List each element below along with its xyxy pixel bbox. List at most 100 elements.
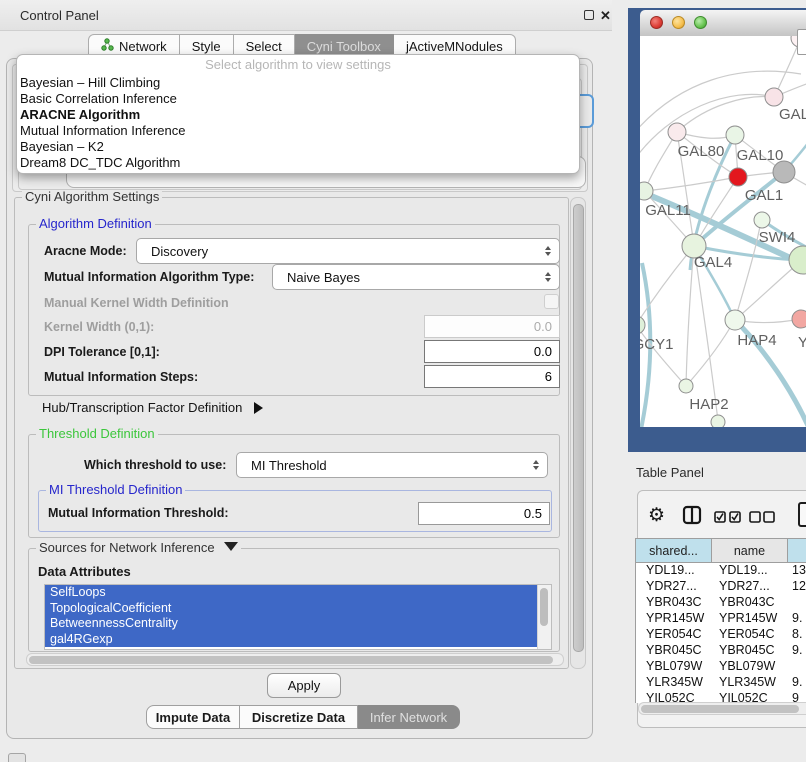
select-all-icon[interactable] — [714, 510, 742, 528]
attribute-item[interactable]: TopologicalCoefficient — [45, 601, 543, 617]
table-row[interactable]: YDL19...YDL19...13 — [636, 563, 806, 579]
apply-button[interactable]: Apply — [267, 673, 341, 698]
manual-kernel-checkbox[interactable] — [544, 294, 559, 309]
table-cell[interactable]: 9. — [788, 611, 806, 627]
algorithm-option[interactable]: Bayesian – Hill Climbing — [17, 75, 579, 91]
table-row[interactable]: YER054CYER054C8. — [636, 627, 806, 643]
table-cell[interactable]: YLR345W — [712, 675, 788, 691]
network-node-label: HAP2 — [689, 396, 728, 413]
network-node[interactable] — [640, 182, 653, 200]
table-row[interactable]: YBR045CYBR045C9. — [636, 643, 806, 659]
mi-steps-input[interactable]: 6 — [424, 365, 560, 388]
close-icon[interactable]: ✕ — [600, 9, 611, 22]
table-cell[interactable]: 8. — [788, 627, 806, 643]
table-row[interactable]: YDR27...YDR27...12 — [636, 579, 806, 595]
table-cell[interactable]: YDL19... — [636, 563, 712, 579]
table-row[interactable]: YLR345WYLR345W9. — [636, 675, 806, 691]
settings-hscrollbar-thumb[interactable] — [29, 656, 553, 664]
columns-icon[interactable] — [682, 505, 702, 530]
mi-threshold-value: 0.5 — [524, 506, 542, 521]
network-node[interactable] — [729, 168, 747, 186]
gear-icon[interactable]: ⚙ — [648, 506, 665, 525]
settings-vscrollbar-thumb[interactable] — [573, 204, 584, 652]
table-cell[interactable]: 9. — [788, 643, 806, 659]
table-row[interactable]: YBR043CYBR043C — [636, 595, 806, 611]
network-window-titlebar[interactable] — [640, 10, 806, 37]
network-edge — [686, 321, 734, 386]
table-cell[interactable]: 13 — [788, 563, 806, 579]
column-header-shared-name[interactable]: shared... — [636, 539, 712, 562]
sources-toggle[interactable]: Sources for Network Inference — [36, 541, 241, 555]
table-cell[interactable]: YBR043C — [636, 595, 712, 611]
table-cell[interactable]: YBR043C — [712, 595, 788, 611]
float-window-icon[interactable] — [584, 10, 594, 20]
which-threshold-select[interactable]: MI Threshold — [236, 452, 548, 478]
tab-discretize-data[interactable]: Discretize Data — [240, 705, 358, 729]
network-node[interactable] — [726, 126, 744, 144]
algorithm-option[interactable]: Dream8 DC_TDC Algorithm — [17, 155, 579, 171]
table-cell[interactable]: YDL19... — [712, 563, 788, 579]
table-cell[interactable]: YDR27... — [712, 579, 788, 595]
network-node[interactable] — [792, 310, 806, 328]
table-cell[interactable]: YBR045C — [712, 643, 788, 659]
table-row[interactable]: YPR145WYPR145W9. — [636, 611, 806, 627]
algorithm-option[interactable]: Bayesian – K2 — [17, 139, 579, 155]
algorithm-option[interactable]: Basic Correlation Inference — [17, 91, 579, 107]
mac-close-icon[interactable] — [650, 16, 663, 29]
attributes-vscrollbar-thumb[interactable] — [540, 588, 548, 626]
network-node[interactable] — [754, 212, 770, 228]
table-cell[interactable]: YBL079W — [636, 659, 712, 675]
attribute-item[interactable]: SelfLoops — [45, 585, 543, 601]
mi-threshold-input[interactable]: 0.5 — [418, 502, 550, 525]
table-cell[interactable]: YPR145W — [712, 611, 788, 627]
network-node[interactable] — [711, 415, 725, 427]
kernel-width-input[interactable]: 0.0 — [424, 315, 560, 338]
table-cell[interactable]: YBL079W — [712, 659, 788, 675]
mac-minimize-icon[interactable] — [672, 16, 685, 29]
network-node[interactable] — [765, 88, 783, 106]
dpi-tolerance-input[interactable]: 0.0 — [424, 340, 560, 363]
algorithm-option[interactable]: Mutual Information Inference — [17, 123, 579, 139]
table-cell[interactable]: YPR145W — [636, 611, 712, 627]
table-cell[interactable]: 12 — [788, 579, 806, 595]
attribute-item[interactable]: BetweennessCentrality — [45, 616, 543, 632]
network-canvas[interactable]: GALGAL80GAL10GAL1GAL11GAL4SWI4GCY1HAP4YH… — [640, 36, 806, 427]
table-header-row: shared... name — [636, 539, 806, 563]
attribute-item[interactable]: gal4RGexp — [45, 632, 543, 648]
network-node[interactable] — [668, 123, 686, 141]
column-header-partial[interactable] — [788, 539, 806, 562]
table-cell[interactable]: YDR27... — [636, 579, 712, 595]
table-cell[interactable] — [788, 659, 806, 675]
tab-infer-network[interactable]: Infer Network — [358, 705, 460, 729]
tab-impute-data[interactable]: Impute Data — [146, 705, 240, 729]
page-icon[interactable] — [798, 502, 806, 527]
mi-type-select[interactable]: Naive Bayes — [272, 264, 560, 290]
network-node[interactable] — [640, 316, 645, 334]
network-node[interactable] — [725, 310, 745, 330]
hub-definition-toggle[interactable]: Hub/Transcription Factor Definition — [42, 400, 263, 415]
mac-zoom-icon[interactable] — [694, 16, 707, 29]
network-view-window[interactable]: GALGAL80GAL10GAL1GAL11GAL4SWI4GCY1HAP4YH… — [628, 8, 806, 452]
mi-threshold-title: MI Threshold Definition — [46, 483, 185, 497]
algorithm-option[interactable]: ARACNE Algorithm — [17, 107, 579, 123]
minimized-panel-icon[interactable] — [8, 753, 26, 762]
settings-vscrollbar[interactable] — [570, 197, 586, 669]
table-cell[interactable] — [788, 595, 806, 611]
table-cell[interactable]: YER054C — [712, 627, 788, 643]
table-hscrollbar[interactable] — [638, 702, 806, 715]
table-cell[interactable]: 9. — [788, 675, 806, 691]
table-cell[interactable]: YLR345W — [636, 675, 712, 691]
table-row[interactable]: YBL079WYBL079W — [636, 659, 806, 675]
attributes-vscrollbar[interactable] — [537, 585, 551, 649]
data-attributes-list[interactable]: SelfLoopsTopologicalCoefficientBetweenne… — [44, 584, 552, 650]
network-node[interactable] — [773, 161, 795, 183]
network-node[interactable] — [679, 379, 693, 393]
aracne-mode-select[interactable]: Discovery — [136, 238, 560, 264]
network-scrollbar-stub[interactable] — [797, 29, 806, 55]
table-cell[interactable]: YBR045C — [636, 643, 712, 659]
table-hscrollbar-thumb[interactable] — [641, 705, 799, 713]
deselect-all-icon[interactable] — [749, 510, 775, 528]
settings-hscrollbar[interactable] — [26, 653, 564, 666]
column-header-name[interactable]: name — [712, 539, 788, 562]
table-cell[interactable]: YER054C — [636, 627, 712, 643]
